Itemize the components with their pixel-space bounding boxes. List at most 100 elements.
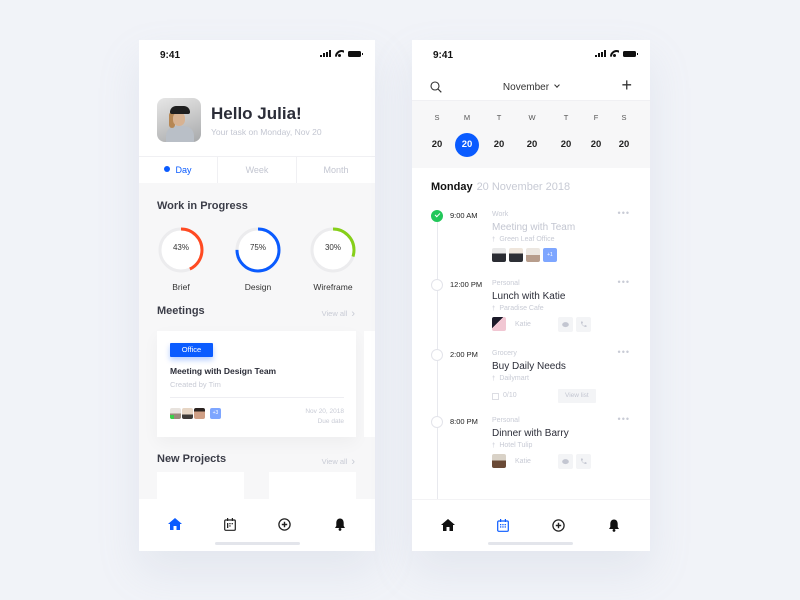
calendar-screen: 9:41 November + S 20 M 20 T 20 W 20 T 20 F 20 … <box>412 40 650 551</box>
wifi-icon <box>335 50 344 57</box>
tab-week[interactable]: Week <box>218 157 297 183</box>
check-icon[interactable] <box>431 210 443 222</box>
attendee-avatar <box>194 408 205 419</box>
checklist-progress: 0/10 <box>492 389 555 403</box>
event-location: Dailymart <box>492 375 529 382</box>
event-title: Dinner with Barry <box>492 428 569 439</box>
bell-icon[interactable] <box>332 516 348 532</box>
due-label: Due date <box>317 418 344 425</box>
event-category: Work <box>492 211 509 218</box>
contact-avatar <box>492 454 506 468</box>
new-projects-title: New Projects <box>157 453 227 465</box>
add-circle-icon[interactable] <box>277 516 293 532</box>
phone-icon[interactable] <box>576 317 591 332</box>
week-day[interactable]: T 20 <box>554 101 578 157</box>
more-attendees-badge[interactable]: +1 <box>543 248 557 262</box>
status-time: 9:41 <box>433 50 454 61</box>
meeting-title: Meeting with Design Team <box>170 366 277 376</box>
week-day[interactable]: W 20 <box>520 101 544 157</box>
meetings-view-all-link[interactable]: View all <box>322 308 355 320</box>
event-title: Buy Daily Needs <box>492 361 566 372</box>
event-category: Personal <box>492 417 520 424</box>
calendar-header: November + <box>412 70 650 101</box>
timeline-line <box>437 218 438 508</box>
status-bar: 9:41 <box>412 40 650 70</box>
status-circle-icon[interactable] <box>431 349 443 361</box>
period-tabs: Day Week Month <box>139 156 375 183</box>
add-event-button[interactable]: + <box>621 76 632 94</box>
week-day-selected[interactable]: M 20 <box>455 101 479 157</box>
attendee-avatar <box>509 248 523 262</box>
day-heading: Monday 20 November 2018 <box>431 181 571 193</box>
phone-icon[interactable] <box>576 454 591 469</box>
tab-month[interactable]: Month <box>297 157 375 183</box>
home-indicator <box>488 542 573 545</box>
message-icon[interactable] <box>558 317 573 332</box>
meeting-creator: Created by Tim <box>170 380 221 389</box>
divider <box>170 397 344 398</box>
wifi-icon <box>610 50 619 57</box>
status-time: 9:41 <box>160 50 181 61</box>
contact-row: Katie <box>492 317 591 333</box>
add-circle-icon[interactable] <box>551 517 567 533</box>
progress-ring-wireframe[interactable]: 30% Wireframe <box>309 226 357 292</box>
greeting-title: Hello Julia! <box>211 104 302 123</box>
more-options-icon[interactable]: ••• <box>618 414 630 424</box>
week-day[interactable]: T 20 <box>487 101 511 157</box>
greeting-subtitle: Your task on Monday, Nov 20 <box>211 127 322 137</box>
contact-row: Katie <box>492 454 591 470</box>
home-icon[interactable] <box>440 517 456 533</box>
meetings-title: Meetings <box>157 305 205 317</box>
month-selector[interactable]: November <box>412 82 650 93</box>
signal-icon <box>595 50 606 57</box>
progress-ring-brief[interactable]: 43% Brief <box>157 226 205 292</box>
event-location: Hotel Tulip <box>492 442 532 449</box>
home-header: Hello Julia! Your task on Monday, Nov 20 <box>139 70 375 156</box>
event-title: Meeting with Team <box>492 222 576 233</box>
progress-label: Design <box>244 282 272 292</box>
more-options-icon[interactable]: ••• <box>618 277 630 287</box>
event-location: Green Leaf Office <box>492 236 554 243</box>
progress-ring-design[interactable]: 75% Design <box>234 226 282 292</box>
progress-percent: 30% <box>324 243 341 252</box>
status-circle-icon[interactable] <box>431 416 443 428</box>
event-category: Personal <box>492 280 520 287</box>
more-options-icon[interactable]: ••• <box>618 208 630 218</box>
contact-avatar <box>492 317 506 331</box>
progress-label: Wireframe <box>313 282 353 292</box>
battery-icon <box>623 50 638 57</box>
message-icon[interactable] <box>558 454 573 469</box>
event-time: 9:00 AM <box>450 211 478 220</box>
signal-icon <box>320 50 331 57</box>
contact-name: Katie <box>515 458 531 465</box>
meeting-card[interactable]: Office Meeting with Design Team Created … <box>157 331 356 437</box>
attendee-avatar <box>526 248 540 262</box>
attendee-avatar <box>170 408 181 419</box>
more-options-icon[interactable]: ••• <box>618 347 630 357</box>
meeting-card-next[interactable] <box>364 331 375 437</box>
bottom-tab-bar <box>412 499 650 551</box>
projects-view-all-link[interactable]: View all <box>322 456 355 468</box>
due-date: Nov 20, 2018 <box>305 408 344 415</box>
attendees: +3 <box>170 408 221 419</box>
status-circle-icon[interactable] <box>431 279 443 291</box>
event-time: 2:00 PM <box>450 350 478 359</box>
progress-percent: 43% <box>172 243 189 252</box>
calendar-icon[interactable] <box>495 517 511 533</box>
active-dot-icon <box>164 166 171 172</box>
view-list-button[interactable]: View list <box>558 389 596 403</box>
week-day[interactable]: F 20 <box>584 101 608 157</box>
category-badge: Office <box>170 343 213 357</box>
calendar-icon[interactable] <box>222 516 238 532</box>
battery-icon <box>348 50 363 57</box>
week-day[interactable]: S 20 <box>425 101 449 157</box>
checklist-icon <box>492 392 499 400</box>
home-icon[interactable] <box>167 516 183 532</box>
work-in-progress-title: Work in Progress <box>157 200 248 212</box>
week-day[interactable]: S 20 <box>612 101 636 157</box>
bell-icon[interactable] <box>606 517 622 533</box>
more-attendees-badge[interactable]: +3 <box>210 408 221 419</box>
tab-day[interactable]: Day <box>139 157 218 183</box>
contact-name: Katie <box>515 321 531 328</box>
avatar[interactable] <box>157 98 201 142</box>
